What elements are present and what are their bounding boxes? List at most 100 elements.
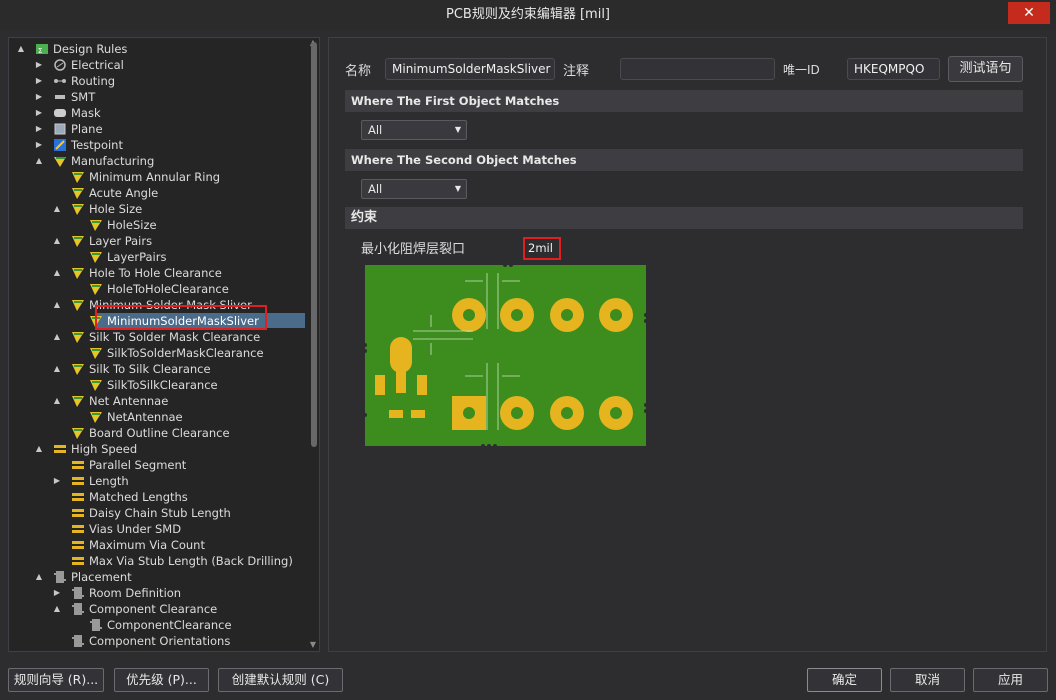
collapse-icon[interactable]: ▲ <box>52 601 62 617</box>
expand-icon[interactable]: ▶ <box>52 473 62 489</box>
apply-button[interactable]: 应用 <box>973 668 1048 692</box>
window-titlebar: PCB规则及约束编辑器 [mil] ✕ <box>0 0 1056 30</box>
expand-icon[interactable]: ▶ <box>34 57 44 73</box>
create-default-rules-button[interactable]: 创建默认规则 (C) <box>218 668 343 692</box>
tree-item[interactable]: ▶ Length <box>9 473 309 489</box>
tree-item[interactable]: ▶ Plane <box>9 121 309 137</box>
tree-item[interactable]: Acute Angle <box>9 185 309 201</box>
tree-item[interactable]: Parallel Segment <box>9 457 309 473</box>
tree-item[interactable]: ▶ Mask <box>9 105 309 121</box>
priority-button[interactable]: 优先级 (P)... <box>114 668 209 692</box>
highspeed-rule-icon <box>72 477 84 485</box>
collapse-icon[interactable]: ▲ <box>52 361 62 377</box>
test-query-button[interactable]: 测试语句 <box>948 56 1023 82</box>
rule-icon <box>72 364 84 375</box>
collapse-icon[interactable]: ▲ <box>34 153 44 169</box>
tree-item-label: Component Orientations <box>89 634 231 648</box>
tree-item[interactable]: LayerPairs <box>9 249 309 265</box>
tree-item[interactable]: ▶ Routing <box>9 73 309 89</box>
tree-item[interactable]: ComponentClearance <box>9 617 309 633</box>
tree-item-label: Placement <box>71 570 132 584</box>
tree-item[interactable]: ▲ High Speed <box>9 441 309 457</box>
expand-icon[interactable]: ▶ <box>34 89 44 105</box>
expand-icon[interactable]: ▶ <box>34 137 44 153</box>
uid-field[interactable]: HKEQMPQO <box>847 58 940 80</box>
comment-field[interactable] <box>620 58 775 80</box>
first-object-value: All <box>368 123 383 137</box>
expand-icon[interactable]: ▶ <box>52 585 62 601</box>
collapse-icon[interactable]: ▲ <box>16 41 26 57</box>
tree-item[interactable]: ▶ Testpoint <box>9 137 309 153</box>
collapse-icon[interactable]: ▲ <box>52 297 62 313</box>
tree-item[interactable]: ▲ Silk To Solder Mask Clearance <box>9 329 309 345</box>
collapse-icon[interactable]: ▲ <box>52 329 62 345</box>
collapse-icon[interactable]: ▲ <box>52 233 62 249</box>
expand-icon[interactable]: ▶ <box>34 105 44 121</box>
tree-scrollbar-thumb[interactable] <box>311 42 317 447</box>
rule-icon <box>90 284 102 295</box>
tree-item-label: Plane <box>71 122 103 136</box>
placement-rule-icon <box>72 635 84 647</box>
tree-item[interactable]: ▲ Hole Size <box>9 201 309 217</box>
scroll-down-icon[interactable]: ▼ <box>309 640 317 649</box>
rule-icon <box>72 268 84 279</box>
tree-item[interactable]: ▲ Hole To Hole Clearance <box>9 265 309 281</box>
tree-item-label: Routing <box>71 74 116 88</box>
rule-icon <box>72 396 84 407</box>
uid-label: 唯一ID <box>783 63 820 77</box>
tree-item[interactable]: ▲ Σ Design Rules <box>9 41 309 57</box>
collapse-icon[interactable]: ▲ <box>52 265 62 281</box>
expand-icon[interactable]: ▶ <box>34 73 44 89</box>
plane-icon <box>54 123 66 135</box>
selection-annotation-box <box>95 305 267 330</box>
rule-icon <box>72 236 84 247</box>
tree-item[interactable]: ▲ Placement <box>9 569 309 585</box>
first-object-select[interactable]: All ▼ <box>361 120 467 140</box>
tree-item[interactable]: ▲ Silk To Silk Clearance <box>9 361 309 377</box>
tree-item[interactable]: ▶ SMT <box>9 89 309 105</box>
tree-item[interactable]: SilkToSilkClearance <box>9 377 309 393</box>
tree-item[interactable]: Minimum Annular Ring <box>9 169 309 185</box>
tree-item-label: Length <box>89 474 129 488</box>
tree-item[interactable]: ▶ Room Definition <box>9 585 309 601</box>
close-button[interactable]: ✕ <box>1008 2 1050 24</box>
highspeed-rule-icon <box>72 509 84 517</box>
rule-wizard-button[interactable]: 规则向导 (R)... <box>8 668 104 692</box>
tree-item-label: Net Antennae <box>89 394 169 408</box>
tree-item[interactable]: ▶ Electrical <box>9 57 309 73</box>
tree-item[interactable]: HoleToHoleClearance <box>9 281 309 297</box>
tree-item-label: Electrical <box>71 58 124 72</box>
tree-item-label: Daisy Chain Stub Length <box>89 506 231 520</box>
manufacturing-icon <box>54 157 66 167</box>
tree-item[interactable]: Daisy Chain Stub Length <box>9 505 309 521</box>
collapse-icon[interactable]: ▲ <box>34 441 44 457</box>
solder-mask-sliver-diagram <box>365 265 646 446</box>
tree-item[interactable]: HoleSize <box>9 217 309 233</box>
tree-item[interactable]: Board Outline Clearance <box>9 425 309 441</box>
tree-item[interactable]: Vias Under SMD <box>9 521 309 537</box>
tree-item[interactable]: Max Via Stub Length (Back Drilling) <box>9 553 309 569</box>
expand-icon[interactable]: ▶ <box>34 121 44 137</box>
cancel-button[interactable]: 取消 <box>890 668 965 692</box>
collapse-icon[interactable]: ▲ <box>52 393 62 409</box>
second-object-select[interactable]: All ▼ <box>361 179 467 199</box>
rule-icon <box>72 428 84 439</box>
tree-item[interactable]: Maximum Via Count <box>9 537 309 553</box>
ok-button[interactable]: 确定 <box>807 668 882 692</box>
collapse-icon[interactable]: ▲ <box>34 569 44 585</box>
tree-item[interactable]: SilkToSolderMaskClearance <box>9 345 309 361</box>
tree-item[interactable]: ▲ Component Clearance <box>9 601 309 617</box>
tree-item[interactable]: ▲ Net Antennae <box>9 393 309 409</box>
tree-item[interactable]: Matched Lengths <box>9 489 309 505</box>
tree-item[interactable]: ▲ Manufacturing <box>9 153 309 169</box>
tree-item[interactable]: ▲ Layer Pairs <box>9 233 309 249</box>
tree-item-label: Vias Under SMD <box>89 522 182 536</box>
tree-item[interactable]: NetAntennae <box>9 409 309 425</box>
name-field[interactable]: MinimumSolderMaskSliver <box>385 58 555 80</box>
min-sliver-input[interactable]: 2mil <box>523 237 561 260</box>
tree-item-label: NetAntennae <box>107 410 183 424</box>
tree-item[interactable]: Component Orientations <box>9 633 309 649</box>
highspeed-rule-icon <box>72 557 84 565</box>
collapse-icon[interactable]: ▲ <box>52 201 62 217</box>
comment-label: 注释 <box>563 64 590 79</box>
